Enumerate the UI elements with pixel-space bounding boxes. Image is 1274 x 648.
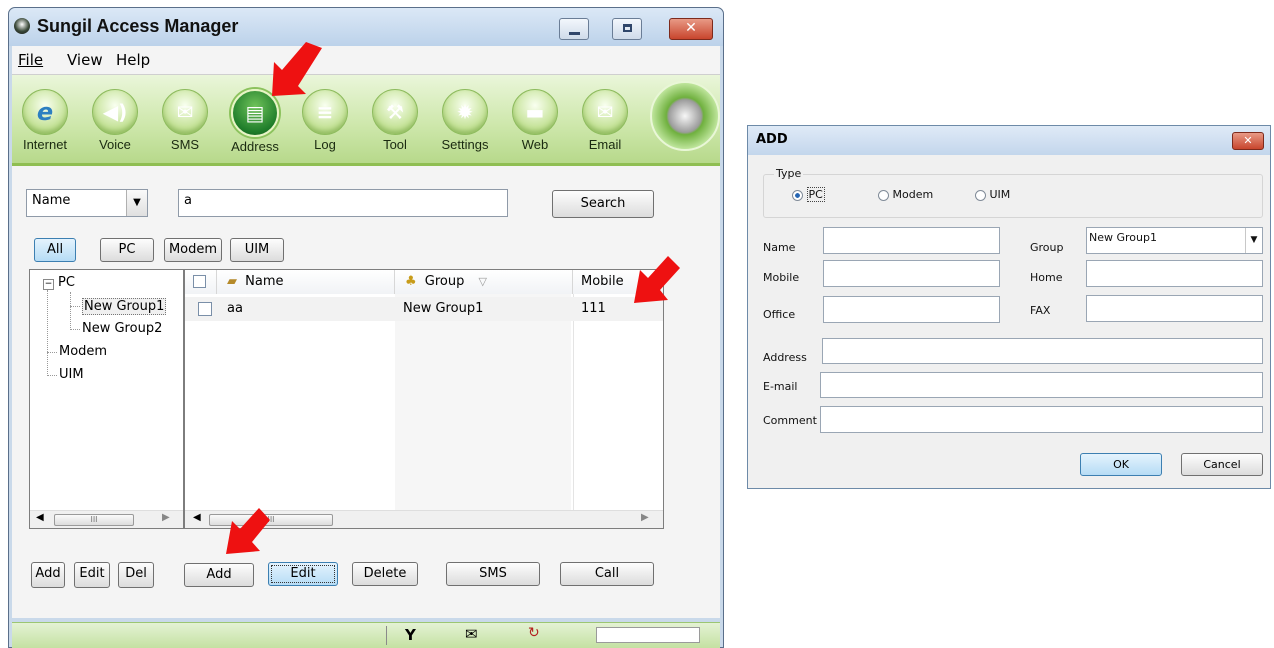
arrow-to-address-icon	[272, 42, 322, 96]
arrow-to-add-button	[226, 508, 270, 554]
arrow-to-mobile-column	[634, 256, 680, 303]
annotation-arrows	[226, 42, 680, 554]
